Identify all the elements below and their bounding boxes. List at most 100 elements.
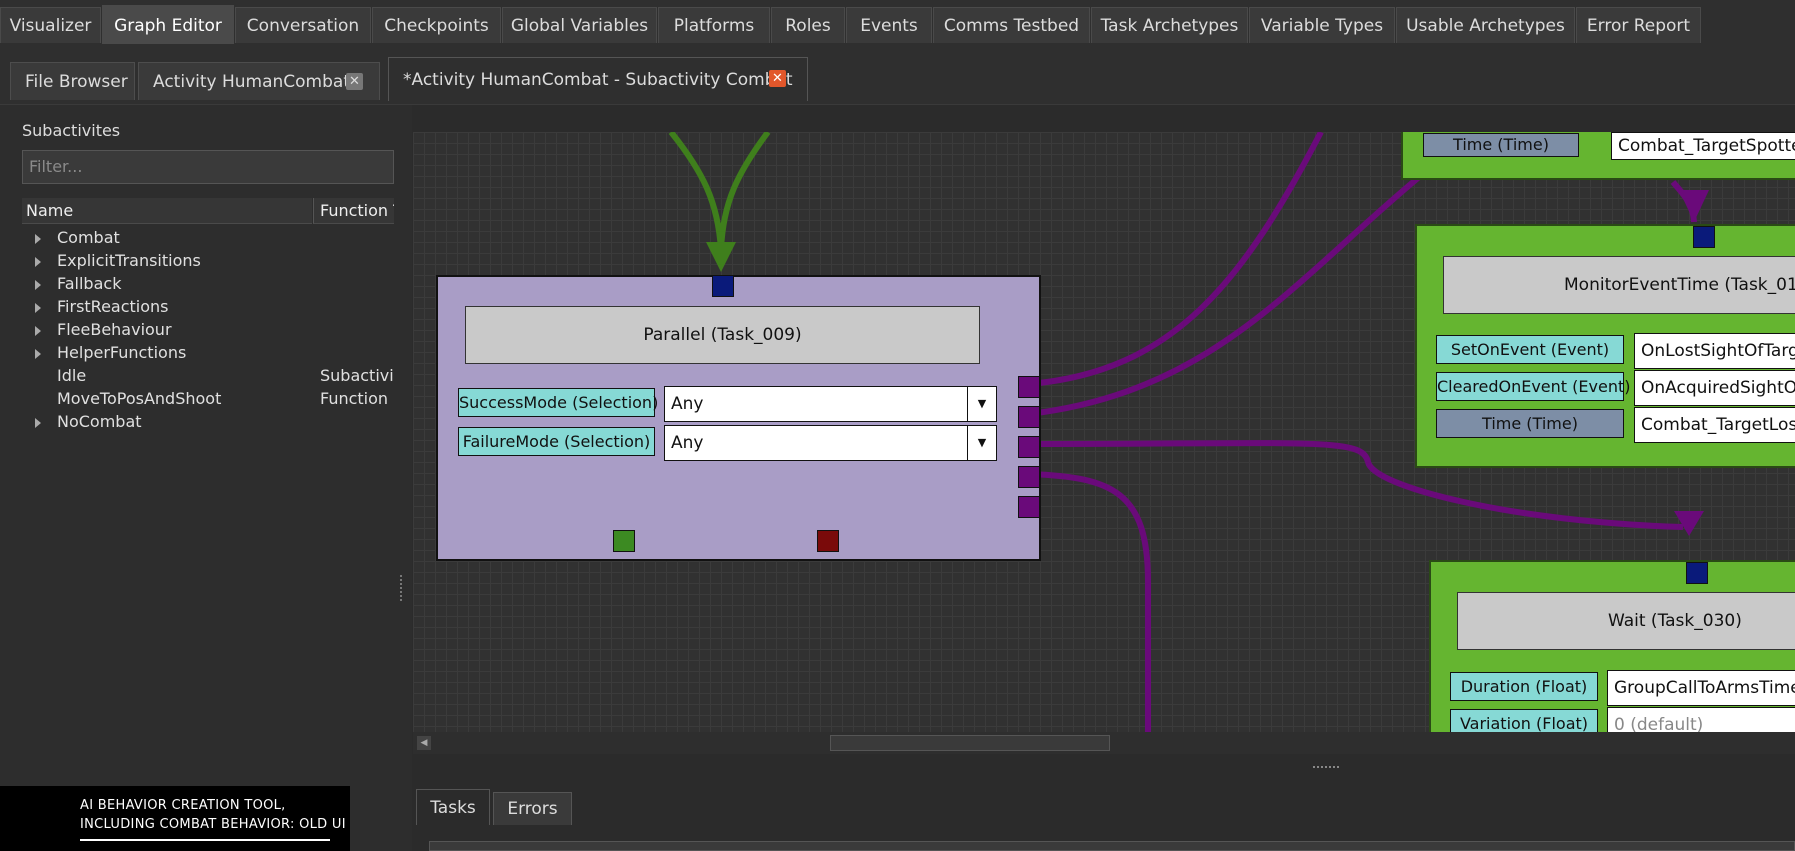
- param-label-successmode: SuccessMode (Selection): [458, 388, 658, 417]
- output-pin[interactable]: [1018, 466, 1040, 488]
- close-icon[interactable]: ✕: [769, 70, 786, 87]
- output-pin[interactable]: [1018, 496, 1040, 518]
- tree-item-label: Combat: [57, 228, 120, 247]
- tree-item-combat[interactable]: Combat: [24, 226, 394, 249]
- failure-pin[interactable]: [817, 530, 839, 552]
- parallel-node[interactable]: Parallel (Task_009) SuccessMode (Selecti…: [436, 275, 1041, 561]
- tree-item-fleebehaviour[interactable]: FleeBehaviour: [24, 318, 394, 341]
- param-value-field[interactable]: Combat_TargetSpotted: [1611, 132, 1795, 160]
- wait-node[interactable]: Wait (Task_030) Duration (Float) GroupCa…: [1429, 560, 1795, 732]
- scroll-left-icon[interactable]: ◀: [417, 736, 431, 750]
- success-pin[interactable]: [613, 530, 635, 552]
- setonevent-field[interactable]: OnLostSightOfTarge: [1634, 333, 1795, 369]
- tree-item-label: MoveToPosAndShoot: [57, 389, 222, 408]
- tab-platforms[interactable]: Platforms: [658, 7, 770, 43]
- tab-error-report[interactable]: Error Report: [1576, 7, 1701, 43]
- expand-arrow-icon[interactable]: [35, 280, 41, 290]
- green-wire: [668, 132, 771, 251]
- filter-input[interactable]: Filter...: [22, 150, 394, 184]
- doc-tab-label: Activity HumanCombat: [153, 72, 350, 92]
- node-title: Parallel (Task_009): [465, 306, 980, 364]
- column-header-function[interactable]: Function T: [313, 198, 394, 224]
- vertical-splitter[interactable]: [396, 105, 412, 851]
- output-pin[interactable]: [1018, 376, 1040, 398]
- graph-canvas[interactable]: Time (Time) Combat_TargetSpotted Paralle…: [413, 132, 1795, 732]
- select-value: Any: [671, 433, 704, 453]
- tree-item-function: Function: [320, 389, 389, 408]
- subactivity-tree: Combat ExplicitTransitions Fallback Firs…: [0, 226, 394, 446]
- tab-global-variables[interactable]: Global Variables: [502, 7, 657, 43]
- caption-line: AI BEHAVIOR CREATION TOOL,: [80, 798, 286, 813]
- tab-conversation[interactable]: Conversation: [235, 7, 371, 43]
- expand-arrow-icon[interactable]: [35, 418, 41, 428]
- bottom-panel: Tasks Errors: [413, 754, 1795, 851]
- tasks-list: [429, 841, 1795, 851]
- tab-roles[interactable]: Roles: [771, 7, 845, 43]
- grip-icon[interactable]: [1313, 766, 1339, 771]
- param-label-failuremode: FailureMode (Selection): [458, 427, 655, 456]
- tab-variable-types[interactable]: Variable Types: [1249, 7, 1395, 43]
- duration-field[interactable]: GroupCallToArmsTimer: [1607, 670, 1795, 706]
- tab-visualizer[interactable]: Visualizer: [0, 7, 101, 43]
- panel-title: Subactivites: [22, 121, 121, 140]
- output-pin[interactable]: [1018, 436, 1040, 458]
- variation-field[interactable]: 0 (default): [1607, 707, 1795, 732]
- failuremode-select[interactable]: Any ▼: [664, 425, 997, 461]
- input-pin[interactable]: [712, 275, 734, 297]
- successmode-select[interactable]: Any ▼: [664, 386, 997, 422]
- select-value: Any: [671, 394, 704, 414]
- input-pin[interactable]: [1693, 226, 1715, 248]
- document-tab-bar: File Browser Activity HumanCombat ✕ *Act…: [0, 44, 1795, 105]
- tree-item-firstreactions[interactable]: FirstReactions: [24, 295, 394, 318]
- tree-item-label: NoCombat: [57, 412, 142, 431]
- caption-banner: AI BEHAVIOR CREATION TOOL, INCLUDING COM…: [0, 786, 350, 851]
- tab-events[interactable]: Events: [846, 7, 932, 43]
- tree-item-helperfunctions[interactable]: HelperFunctions: [24, 341, 394, 364]
- param-label-setonevent: SetOnEvent (Event): [1436, 335, 1624, 364]
- chevron-down-icon[interactable]: ▼: [967, 426, 996, 460]
- expand-arrow-icon[interactable]: [35, 303, 41, 313]
- doc-tab-subactivity-combat[interactable]: *Activity HumanCombat - Subactivity Comb…: [388, 57, 808, 101]
- tree-item-nocombat[interactable]: NoCombat: [24, 410, 394, 433]
- expand-arrow-icon[interactable]: [35, 257, 41, 267]
- tree-item-idle[interactable]: Idle Subactivit: [24, 364, 394, 387]
- tree-item-fallback[interactable]: Fallback: [24, 272, 394, 295]
- doc-tab-label: File Browser: [25, 72, 128, 92]
- tree-item-label: Fallback: [57, 274, 122, 293]
- tab-graph-editor[interactable]: Graph Editor: [102, 5, 234, 45]
- close-icon[interactable]: ✕: [346, 73, 363, 90]
- doc-tab-file-browser[interactable]: File Browser: [10, 62, 135, 100]
- param-label-time: Time (Time): [1436, 409, 1624, 438]
- tree-item-label: ExplicitTransitions: [57, 251, 201, 270]
- tree-item-movetoposandshoot[interactable]: MoveToPosAndShoot Function: [24, 387, 394, 410]
- node-title: Wait (Task_030): [1457, 592, 1795, 650]
- tab-errors[interactable]: Errors: [493, 792, 572, 825]
- tab-tasks[interactable]: Tasks: [416, 789, 490, 825]
- tree-item-function: Subactivit: [320, 366, 394, 385]
- horizontal-scrollbar[interactable]: ◀: [413, 732, 1795, 754]
- caption-line: INCLUDING COMBAT BEHAVIOR: OLD UI: [80, 817, 346, 832]
- doc-tab-activity-humancombat[interactable]: Activity HumanCombat ✕: [138, 62, 380, 100]
- purple-wire: [1028, 132, 1324, 387]
- caption-underline: [80, 839, 330, 841]
- clearedonevent-field[interactable]: OnAcquiredSightOf: [1634, 370, 1795, 406]
- expand-arrow-icon[interactable]: [35, 234, 41, 244]
- time-field[interactable]: Combat_TargetLost: [1634, 407, 1795, 443]
- tab-task-archetypes[interactable]: Task Archetypes: [1091, 7, 1248, 43]
- chevron-down-icon[interactable]: ▼: [967, 387, 996, 421]
- task-node-top[interactable]: Time (Time) Combat_TargetSpotted: [1401, 132, 1795, 180]
- column-header-name[interactable]: Name: [22, 198, 312, 224]
- arrow-head-icon: [1679, 190, 1709, 222]
- scroll-thumb[interactable]: [830, 735, 1110, 751]
- tree-item-label: FleeBehaviour: [57, 320, 172, 339]
- tree-item-explicittransitions[interactable]: ExplicitTransitions: [24, 249, 394, 272]
- tab-checkpoints[interactable]: Checkpoints: [372, 7, 501, 43]
- input-pin[interactable]: [1686, 562, 1708, 584]
- expand-arrow-icon[interactable]: [35, 349, 41, 359]
- output-pin[interactable]: [1018, 406, 1040, 428]
- expand-arrow-icon[interactable]: [35, 326, 41, 336]
- tab-usable-archetypes[interactable]: Usable Archetypes: [1396, 7, 1575, 43]
- tab-comms-testbed[interactable]: Comms Testbed: [933, 7, 1090, 43]
- monitor-event-time-node[interactable]: MonitorEventTime (Task_01 SetOnEvent (Ev…: [1415, 224, 1795, 468]
- main-tab-bar: Visualizer Graph Editor Conversation Che…: [0, 0, 1795, 45]
